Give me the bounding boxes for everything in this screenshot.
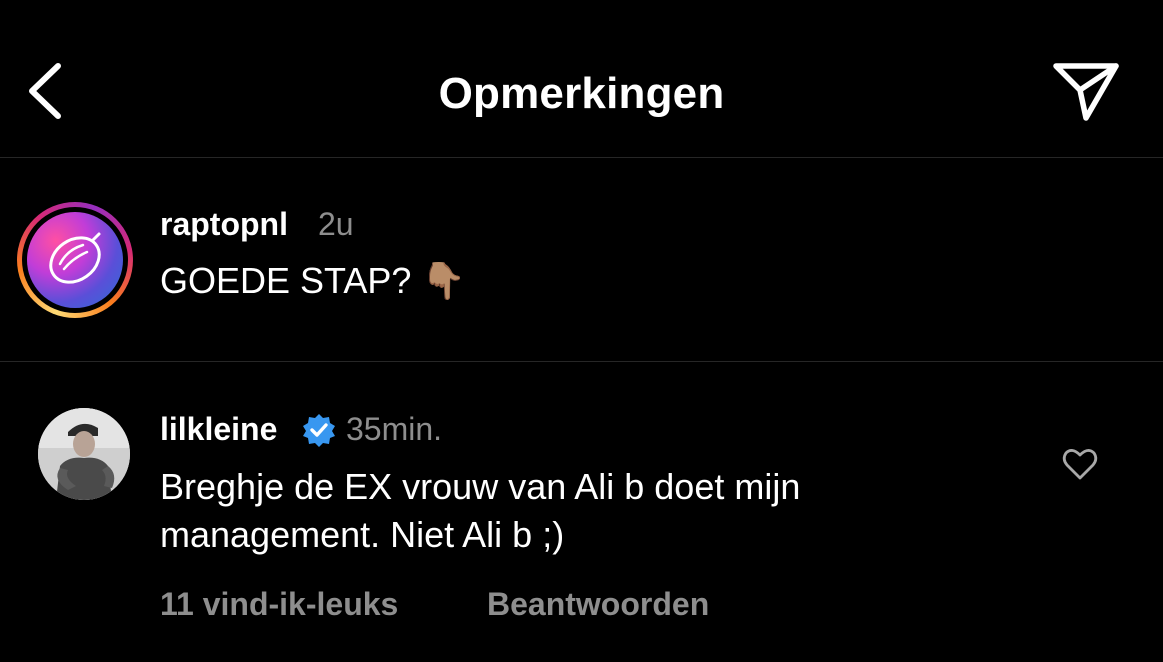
comment-text-line-2: management. Niet Ali b ;) bbox=[160, 514, 565, 555]
story-ring[interactable] bbox=[17, 202, 133, 318]
header-bar: Opmerkingen bbox=[0, 0, 1163, 158]
caption-text: GOEDE STAP? 👇🏽 bbox=[160, 260, 467, 301]
avatar bbox=[27, 212, 123, 308]
comment-item: lilkleine 35min. Breghje de EX vrouw van… bbox=[0, 362, 1163, 662]
caption-username[interactable]: raptopnl bbox=[160, 204, 288, 244]
paper-plane-icon bbox=[1053, 63, 1119, 121]
comments-screen: Opmerkingen raptopnl 2u GOEDE STAP? 👇🏽 l… bbox=[0, 0, 1163, 662]
person-photo-icon bbox=[38, 408, 130, 500]
comment-text-line-1: Breghje de EX vrouw van Ali b doet mijn bbox=[160, 466, 801, 507]
comment-timestamp: 35min. bbox=[346, 411, 443, 447]
post-caption: raptopnl 2u GOEDE STAP? 👇🏽 bbox=[0, 158, 1163, 362]
verified-badge-icon bbox=[302, 413, 336, 447]
reply-button[interactable]: Beantwoorden bbox=[487, 584, 709, 624]
share-button[interactable] bbox=[1050, 58, 1122, 124]
avatar[interactable] bbox=[38, 408, 130, 500]
likes-count[interactable]: 11 vind-ik-leuks bbox=[160, 584, 398, 624]
caption-timestamp: 2u bbox=[318, 206, 354, 242]
page-title: Opmerkingen bbox=[438, 69, 725, 118]
heart-icon bbox=[1062, 449, 1098, 480]
like-button[interactable] bbox=[1060, 444, 1100, 484]
comment-username[interactable]: lilkleine bbox=[160, 409, 277, 449]
lemon-logo-icon bbox=[49, 232, 101, 284]
